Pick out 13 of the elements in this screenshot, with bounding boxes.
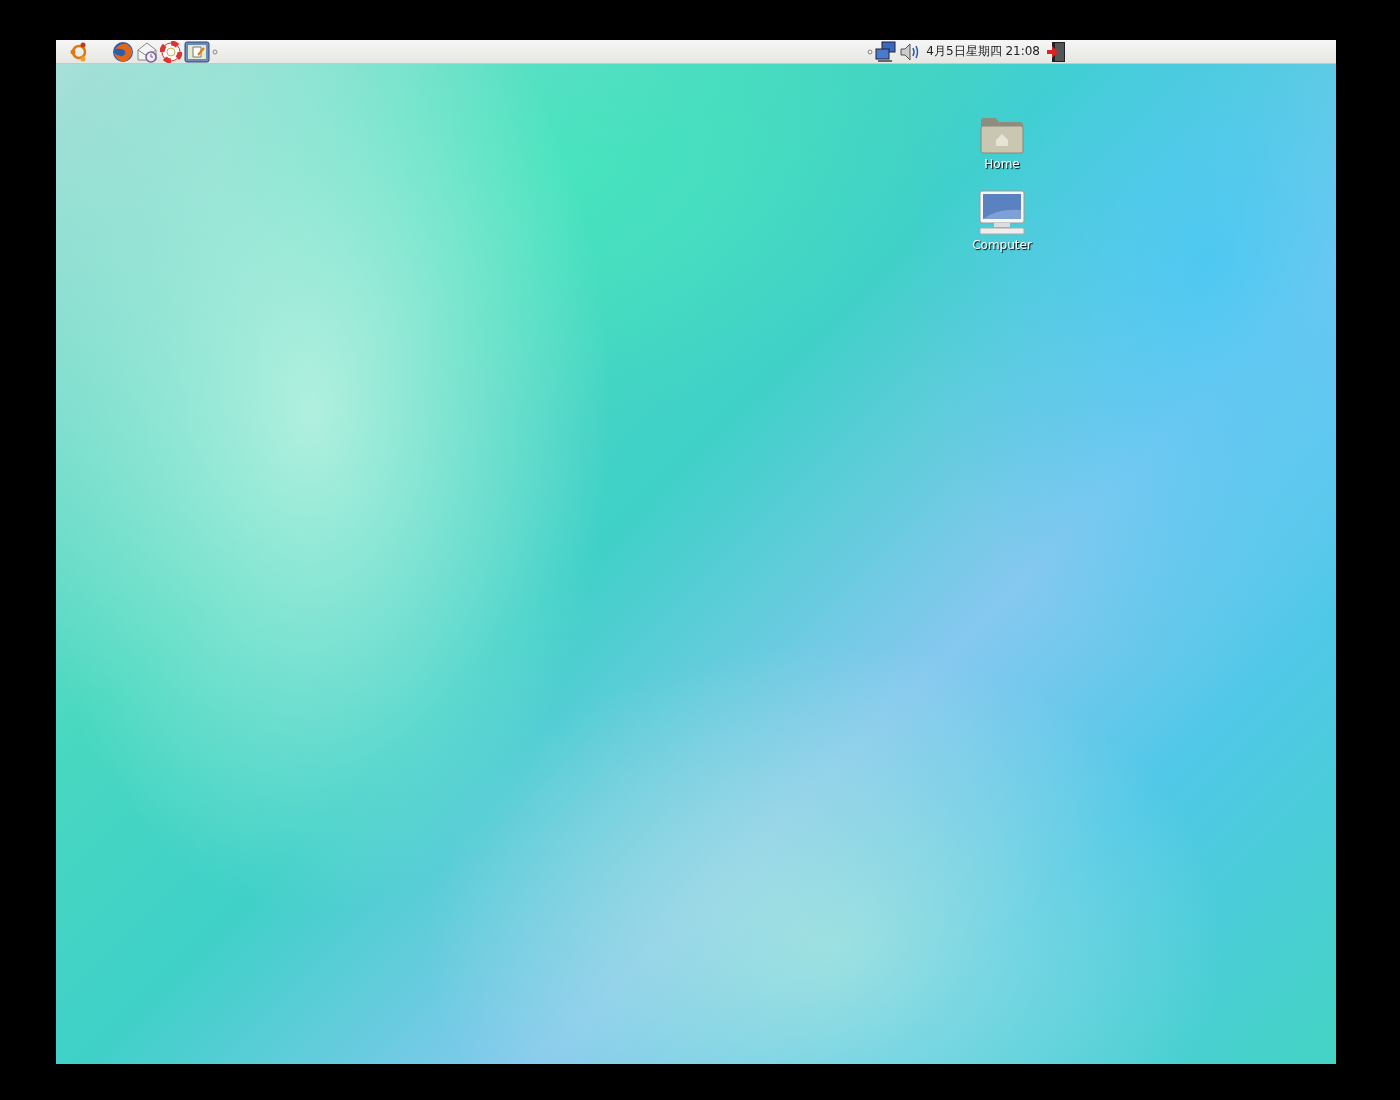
desktop-icon-label[interactable]: Home <box>984 157 1020 171</box>
network-icon[interactable] <box>875 40 898 63</box>
computer-icon[interactable] <box>978 190 1026 236</box>
lifebuoy-icon[interactable] <box>160 40 182 63</box>
folder-home-icon[interactable] <box>980 115 1024 155</box>
web-browser-icon[interactable] <box>112 40 134 63</box>
desktop-icon-label[interactable]: Computer <box>972 238 1032 252</box>
panel-handle-icon <box>867 48 874 55</box>
screenshot-icon[interactable] <box>184 40 210 63</box>
logout-door-icon[interactable] <box>1046 40 1066 63</box>
envelope-clock-icon[interactable] <box>136 40 158 63</box>
clock[interactable]: 4月5日星期四 21:08 <box>926 43 1040 60</box>
panel-handle-icon <box>212 48 218 55</box>
